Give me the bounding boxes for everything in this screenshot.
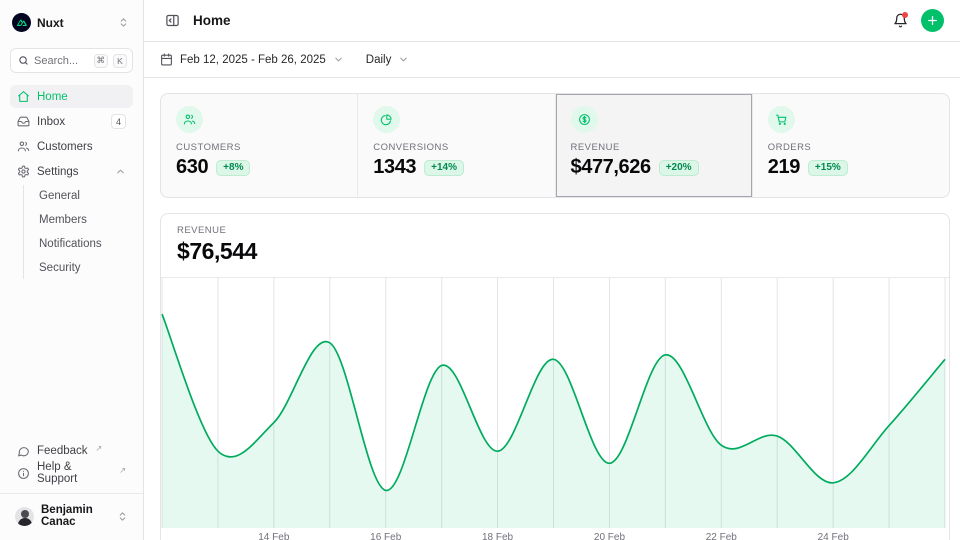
message-bubble-icon xyxy=(17,445,30,458)
nuxt-logo-icon xyxy=(12,13,31,32)
chevron-down-icon xyxy=(398,54,409,65)
workspace-switcher[interactable]: Nuxt xyxy=(10,11,133,34)
search-icon xyxy=(18,55,29,66)
sidebar-item-settings[interactable]: Settings xyxy=(10,160,133,183)
chart-label: REVENUE xyxy=(177,225,933,236)
stat-value: 630 xyxy=(176,156,208,179)
sidebar-item-label: Home xyxy=(37,91,68,103)
x-axis-tick: 16 Feb xyxy=(370,532,401,540)
stat-delta-badge: +20% xyxy=(659,160,699,176)
search-placeholder: Search... xyxy=(34,55,89,67)
x-axis-tick: 14 Feb xyxy=(258,532,289,540)
avatar xyxy=(15,507,34,526)
stat-delta-badge: +15% xyxy=(808,160,848,176)
stat-label: CONVERSIONS xyxy=(373,142,539,153)
sidebar-nav: Home Inbox 4 Customers Settings xyxy=(10,85,133,279)
chevrons-up-down-icon xyxy=(118,17,129,28)
sidebar-item-label: Settings xyxy=(37,166,79,178)
date-range-label: Feb 12, 2025 - Feb 26, 2025 xyxy=(180,54,326,66)
user-menu[interactable]: Benjamin Canac xyxy=(10,502,133,530)
revenue-chart-card: REVENUE $76,544 14 Feb 16 Feb 18 Feb 20 Feb… xyxy=(160,213,950,540)
chart-canvas xyxy=(161,278,949,528)
x-axis-tick: 22 Feb xyxy=(706,532,737,540)
collapse-sidebar-button[interactable] xyxy=(160,9,184,33)
sidebar-item-security[interactable]: Security xyxy=(33,257,133,279)
content: CUSTOMERS 630 +8% CONVERSIONS 1343 +14% xyxy=(144,78,960,540)
home-icon xyxy=(17,90,30,103)
stat-card-revenue[interactable]: REVENUE $477,626 +20% xyxy=(555,94,752,197)
sidebar-item-label: Inbox xyxy=(37,116,65,128)
stat-card-orders[interactable]: ORDERS 219 +15% xyxy=(752,94,949,197)
sidebar-item-home[interactable]: Home xyxy=(10,85,133,108)
add-button[interactable] xyxy=(921,9,944,32)
notification-dot xyxy=(902,12,908,18)
revenue-area-chart[interactable] xyxy=(161,278,949,528)
sidebar-item-help-support[interactable]: Help & Support ↗ xyxy=(10,462,133,484)
sidebar-item-members[interactable]: Members xyxy=(33,209,133,231)
inbox-count-badge: 4 xyxy=(111,114,126,129)
cart-icon xyxy=(768,106,795,133)
header: Home xyxy=(144,0,960,42)
inbox-icon xyxy=(17,115,30,128)
divider xyxy=(0,493,143,494)
sidebar-item-label: Feedback xyxy=(37,445,88,457)
x-axis-tick: 20 Feb xyxy=(594,532,625,540)
chevron-down-icon xyxy=(333,54,344,65)
plus-icon xyxy=(926,14,939,27)
sidebar-item-customers[interactable]: Customers xyxy=(10,135,133,158)
sidebar-item-feedback[interactable]: Feedback ↗ xyxy=(10,440,133,462)
kbd-cmd: ⌘ xyxy=(94,54,109,68)
stats-panel: CUSTOMERS 630 +8% CONVERSIONS 1343 +14% xyxy=(160,93,950,198)
chart-header: REVENUE $76,544 xyxy=(161,214,949,278)
users-icon xyxy=(176,106,203,133)
chart-value: $76,544 xyxy=(177,238,933,265)
period-select[interactable]: Daily xyxy=(366,54,410,66)
stat-value: 1343 xyxy=(373,156,416,179)
page-title: Home xyxy=(193,13,231,28)
toolbar: Feb 12, 2025 - Feb 26, 2025 Daily xyxy=(144,42,960,78)
x-axis-tick: 24 Feb xyxy=(818,532,849,540)
external-link-icon: ↗ xyxy=(119,466,126,475)
workspace-name: Nuxt xyxy=(37,16,112,30)
x-axis: 14 Feb 16 Feb 18 Feb 20 Feb 22 Feb 24 Feb xyxy=(161,528,949,540)
stat-card-customers[interactable]: CUSTOMERS 630 +8% xyxy=(161,94,357,197)
sidebar: Nuxt Search... ⌘ K Home Inbox 4 xyxy=(0,0,144,540)
sidebar-item-label: Customers xyxy=(37,141,93,153)
stat-label: REVENUE xyxy=(571,142,737,153)
user-name: Benjamin Canac xyxy=(41,504,110,528)
sidebar-item-label: Help & Support xyxy=(37,461,111,485)
kbd-k: K xyxy=(113,54,127,68)
main-area: Home Feb 12, 2025 - Feb 26, 2025 Daily xyxy=(144,0,960,540)
date-range-picker[interactable]: Feb 12, 2025 - Feb 26, 2025 xyxy=(160,53,344,66)
external-link-icon: ↗ xyxy=(96,444,103,453)
stat-value: 219 xyxy=(768,156,800,179)
chevron-up-icon xyxy=(115,166,126,177)
period-label: Daily xyxy=(366,54,392,66)
users-icon xyxy=(17,140,30,153)
sidebar-item-inbox[interactable]: Inbox 4 xyxy=(10,110,133,133)
gear-icon xyxy=(17,165,30,178)
sidebar-item-general[interactable]: General xyxy=(33,185,133,207)
calendar-icon xyxy=(160,53,173,66)
settings-subtree: General Members Notifications Security xyxy=(23,185,133,279)
search-input[interactable]: Search... ⌘ K xyxy=(10,48,133,73)
dollar-circle-icon xyxy=(571,106,598,133)
stat-delta-badge: +14% xyxy=(424,160,464,176)
pie-chart-icon xyxy=(373,106,400,133)
stat-label: ORDERS xyxy=(768,142,934,153)
stat-delta-badge: +8% xyxy=(216,160,250,176)
info-circle-icon xyxy=(17,467,30,480)
chevrons-up-down-icon xyxy=(117,511,128,522)
stat-value: $477,626 xyxy=(571,156,651,179)
notifications-button[interactable] xyxy=(888,9,912,33)
stat-card-conversions[interactable]: CONVERSIONS 1343 +14% xyxy=(357,94,554,197)
stat-label: CUSTOMERS xyxy=(176,142,342,153)
sidebar-item-notifications[interactable]: Notifications xyxy=(33,233,133,255)
x-axis-tick: 18 Feb xyxy=(482,532,513,540)
